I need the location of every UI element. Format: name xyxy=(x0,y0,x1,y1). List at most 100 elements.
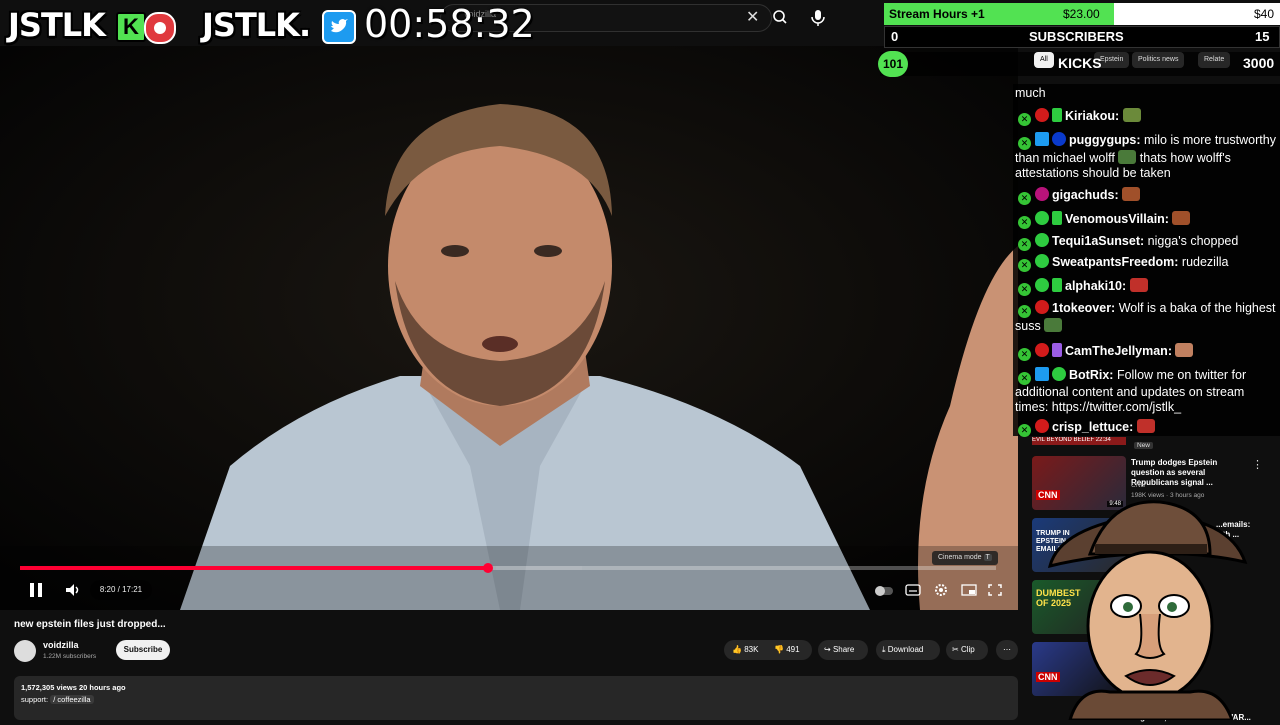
subscribe-button[interactable]: Subscribe xyxy=(116,640,170,660)
description-box[interactable] xyxy=(14,676,1018,720)
chat-username[interactable]: Tequi1aSunset: xyxy=(1052,234,1144,248)
cinema-tooltip-label: Cinema mode xyxy=(938,554,982,561)
pause-button[interactable] xyxy=(26,580,46,600)
chat-message: much xyxy=(1015,86,1277,101)
chat-username[interactable]: Kiriakou: xyxy=(1065,109,1119,123)
chat-username[interactable]: BotRix: xyxy=(1069,368,1113,382)
purple-badge-icon xyxy=(1035,187,1049,201)
mod-ban-icon[interactable]: ✕ xyxy=(1018,216,1031,229)
twitter-bird-icon xyxy=(322,10,356,44)
kicks-label: KICKS xyxy=(1058,55,1102,71)
chip-all[interactable]: All xyxy=(1034,52,1054,68)
emote-icon xyxy=(1122,108,1141,122)
jstlk-kick-logo: JSTLK xyxy=(8,6,106,44)
chat-message: ✕ SweatpantsFreedom: rudezilla xyxy=(1015,254,1277,272)
chat-username[interactable]: CamTheJellyman: xyxy=(1065,344,1172,358)
mod-ban-icon[interactable]: ✕ xyxy=(1018,424,1031,437)
autoplay-toggle[interactable] xyxy=(874,584,894,596)
chat-text: much xyxy=(1015,86,1046,100)
mod-ban-icon[interactable]: ✕ xyxy=(1018,372,1031,385)
mod-ban-icon[interactable]: ✕ xyxy=(1018,283,1031,296)
chat-message: ✕ VenomousVillain: xyxy=(1015,211,1277,229)
share-button[interactable]: ↪ Share xyxy=(818,640,868,660)
subscribers-current: 0 xyxy=(891,29,899,44)
emote-icon xyxy=(1118,150,1137,164)
channel-name[interactable]: voidzilla xyxy=(43,640,79,650)
chat-message: ✕ crisp_lettuce: xyxy=(1015,419,1277,437)
green-badge-icon xyxy=(1035,211,1049,225)
chat-message: ✕ 1tokeover: Wolf is a baka of the highes… xyxy=(1015,300,1277,334)
chat-message: ✕ gigachuds: xyxy=(1015,187,1277,205)
chat-username[interactable]: alphaki10: xyxy=(1065,279,1126,293)
chat-text: Follow me on twitter for additional cont… xyxy=(1015,368,1247,414)
mod-ban-icon[interactable]: ✕ xyxy=(1018,348,1031,361)
mod-ban-icon[interactable]: ✕ xyxy=(1018,137,1031,150)
video-title: new epstein files just dropped... xyxy=(14,619,166,630)
emote-icon xyxy=(1172,211,1191,225)
emote-icon xyxy=(1136,419,1155,433)
kick-logo-icon: K xyxy=(116,12,146,42)
jstlk-twitter-logo: JSTLK. xyxy=(202,6,311,44)
clip-button[interactable]: ✂ Clip xyxy=(946,640,988,660)
verified-badge-icon xyxy=(1035,132,1049,146)
chat-username[interactable]: SweatpantsFreedom: xyxy=(1052,255,1178,269)
cartoon-detective-avatar xyxy=(1040,496,1254,722)
buffer-bar xyxy=(496,566,582,570)
fullscreen-icon[interactable] xyxy=(986,582,1004,598)
search-icon[interactable] xyxy=(770,4,790,30)
scissors-icon: ✂ xyxy=(952,645,959,654)
more-actions-button[interactable]: ⋯ xyxy=(996,640,1018,660)
mod-ban-icon[interactable]: ✕ xyxy=(1018,305,1031,318)
like-dislike-group: 👍 83K 👎 491 xyxy=(724,640,812,660)
miniplayer-icon[interactable] xyxy=(960,582,978,598)
channel-avatar[interactable] xyxy=(14,640,36,662)
mod-ban-icon[interactable]: ✕ xyxy=(1018,259,1031,272)
chip-related[interactable]: Relate xyxy=(1198,52,1231,68)
rec-channel[interactable]: CNN xyxy=(1131,482,1145,489)
microphone-icon[interactable] xyxy=(806,4,830,30)
video-player[interactable] xyxy=(0,46,1018,610)
like-button[interactable]: 👍 83K xyxy=(732,640,758,660)
video-frame xyxy=(0,46,1018,610)
subscribers-label: SUBSCRIBERS xyxy=(1029,29,1124,44)
gift-badge-icon xyxy=(1052,343,1062,357)
green-badge-icon xyxy=(1035,278,1049,292)
progress-fill xyxy=(20,566,488,570)
chat-username[interactable]: puggygups: xyxy=(1069,133,1141,147)
mod-ban-icon[interactable]: ✕ xyxy=(1018,113,1031,126)
share-label: Share xyxy=(832,645,855,654)
chat-message: ✕ puggygups: milo is more trustworthy tha… xyxy=(1015,132,1277,181)
settings-gear-icon[interactable] xyxy=(932,581,950,599)
scrubber-handle[interactable] xyxy=(483,563,493,573)
kicks-goal: 3000 xyxy=(1243,55,1275,71)
dislike-button[interactable]: 👎 491 xyxy=(774,640,800,660)
rec-title[interactable]: Trump dodges Epstein question as several… xyxy=(1131,458,1251,488)
chat-username[interactable]: VenomousVillain: xyxy=(1065,212,1169,226)
subtitles-icon[interactable] xyxy=(904,582,922,598)
stream-timer: 00:58:32 xyxy=(364,2,535,46)
chat-username[interactable]: gigachuds: xyxy=(1052,188,1119,202)
mod-ban-icon[interactable]: ✕ xyxy=(1018,238,1031,251)
download-button[interactable]: ⤓ Download xyxy=(876,640,940,660)
emote-icon xyxy=(1129,278,1148,292)
gift-badge-icon xyxy=(1052,278,1062,292)
blue-badge-icon xyxy=(1052,132,1066,146)
support-link[interactable]: / coffeezilla xyxy=(50,695,94,704)
bot-badge-icon xyxy=(1052,367,1066,381)
kicks-count-badge: 101 xyxy=(878,51,908,77)
green-badge-icon xyxy=(1035,233,1049,247)
chat-message: ✕ alphaki10: xyxy=(1015,278,1277,296)
mod-ban-icon[interactable]: ✕ xyxy=(1018,192,1031,205)
chat-username[interactable]: crisp_lettuce: xyxy=(1052,420,1133,434)
like-count: 83K xyxy=(744,645,759,654)
chat-username[interactable]: 1tokeover: xyxy=(1052,301,1115,315)
chip-politics-news[interactable]: Politics news xyxy=(1132,52,1185,68)
volume-icon xyxy=(66,584,79,596)
stream-hours-label: Stream Hours +1 xyxy=(889,7,985,21)
red-badge-icon xyxy=(1035,343,1049,357)
volume-button[interactable] xyxy=(63,580,83,600)
rec-more-icon[interactable]: ⋮ xyxy=(1252,458,1263,471)
clear-search-icon[interactable]: ✕ xyxy=(746,7,759,27)
share-icon: ↪ xyxy=(824,645,831,654)
download-icon: ⤓ xyxy=(882,645,886,654)
